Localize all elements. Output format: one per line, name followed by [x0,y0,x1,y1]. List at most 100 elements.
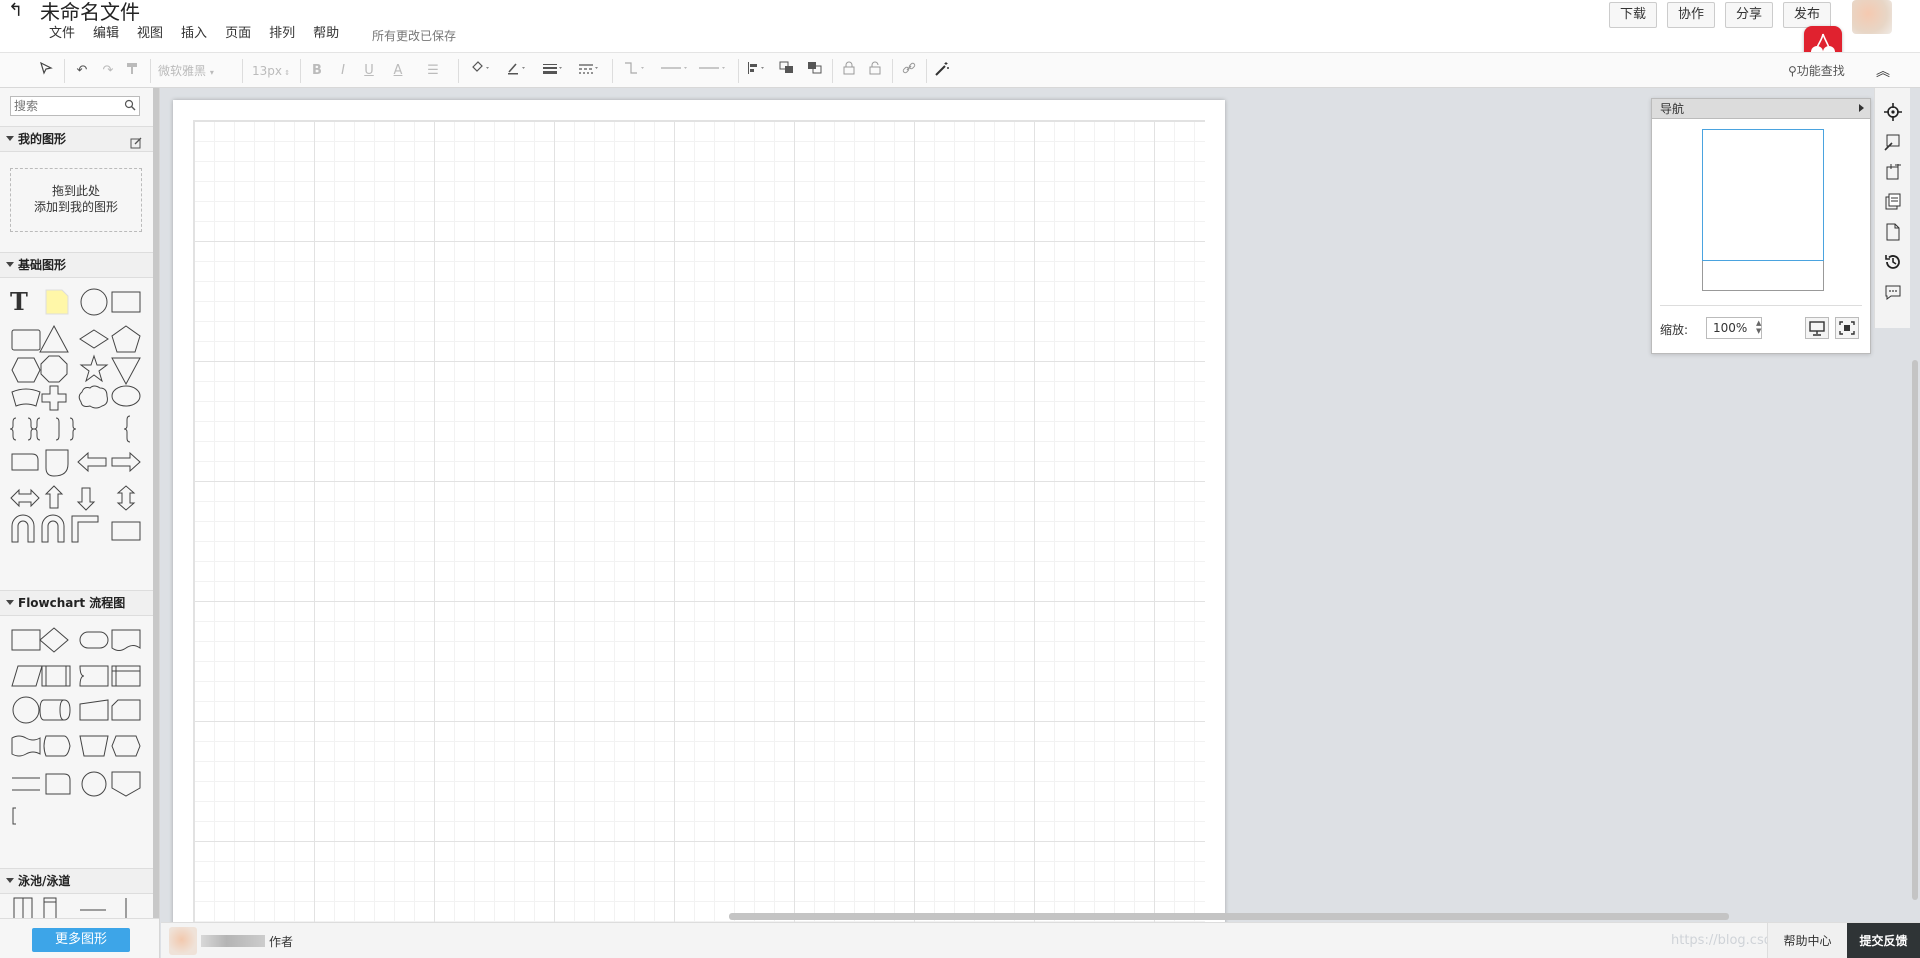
inverted-triangle-shape-icon[interactable] [111,357,141,386]
arrow-up-shape-icon[interactable] [44,485,64,509]
paint-format-icon[interactable] [124,61,140,81]
pentagon-shape-icon[interactable] [111,325,141,353]
delay-shape-icon[interactable] [45,449,69,477]
brace-right-shape-icon[interactable] [69,417,77,441]
layers-icon[interactable] [1883,192,1903,212]
parallel-mode-shape-icon[interactable] [12,777,40,791]
arrow-double-horizontal-shape-icon[interactable] [10,488,40,508]
history-icon[interactable] [1883,252,1903,272]
link-icon[interactable] [900,61,918,81]
line-style-icon[interactable] [576,61,602,81]
arrow-right-shape-icon[interactable] [111,451,141,473]
function-search[interactable]: ⚲功能查找 [1788,61,1845,81]
line-width-icon[interactable] [540,61,566,81]
cross-shape-icon[interactable] [41,385,67,411]
align-icon[interactable] [746,61,768,81]
underline-button[interactable]: U [362,61,376,81]
brace-left-shape-icon[interactable] [9,417,17,441]
punched-tape-shape-icon[interactable] [11,735,41,757]
feedback-button[interactable]: 提交反馈 [1847,923,1920,958]
publish-button[interactable]: 发布 [1783,2,1831,28]
document-shape-icon[interactable] [111,629,141,651]
navigator-crosshair-icon[interactable] [1883,102,1903,122]
arrow-down-shape-icon[interactable] [76,487,96,511]
share-button[interactable]: 分享 [1725,2,1773,28]
menu-page[interactable]: 页面 [216,26,260,42]
font-color-button[interactable]: A [388,61,408,81]
decision-shape-icon[interactable] [39,627,69,653]
fill-color-icon[interactable] [468,61,494,81]
magic-wand-icon[interactable] [932,61,952,81]
back-arrow-icon[interactable]: ↰ [8,0,23,21]
star-shape-icon[interactable] [79,354,109,383]
arrow-double-vertical-shape-icon[interactable] [116,485,136,511]
horizontal-scrollbar[interactable] [729,913,1729,920]
u-turn-alt-shape-icon[interactable] [41,514,65,543]
terminator-shape-icon[interactable] [79,631,109,649]
bracket-right-shape-icon[interactable] [55,417,60,441]
help-center-button[interactable]: 帮助中心 [1767,923,1847,958]
brace-pair-shape-icon[interactable] [27,417,41,441]
brace-left-large-shape-icon[interactable] [123,415,131,443]
fit-to-screen-icon[interactable] [1835,317,1859,339]
stored-data-shape-icon[interactable] [79,665,109,687]
bold-button[interactable]: B [310,61,324,81]
unlock-icon[interactable] [866,61,884,81]
section-swimlane[interactable]: 泳池/泳道 [0,868,153,894]
process-shape-icon[interactable] [11,629,41,651]
hexagon-shape-icon[interactable] [11,357,41,383]
shape-search-input[interactable] [10,96,140,116]
undo-icon[interactable]: ↶ [74,61,90,81]
triangle-shape-icon[interactable] [39,324,69,353]
circle-shape-icon[interactable] [80,288,108,316]
rectangle-shape-icon[interactable] [111,291,141,313]
collapse-toolbar-icon[interactable]: ︽ [1876,61,1890,81]
download-button[interactable]: 下载 [1609,2,1657,28]
italic-button[interactable]: I [336,61,350,81]
line-start-icon[interactable] [658,61,692,81]
menu-help[interactable]: 帮助 [304,26,348,42]
zoom-stepper-icon[interactable]: ▲ ▼ [1756,319,1761,335]
canvas-grid[interactable] [193,120,1205,922]
more-shapes-button[interactable]: 更多图形 [32,928,130,952]
font-family-select[interactable]: 微软雅黑 ▾ [158,61,238,81]
navigator-viewport[interactable] [1702,129,1824,261]
my-shapes-drop-zone[interactable]: 拖到此处 添加到我的图形 [10,168,142,232]
internal-storage-shape-icon[interactable] [111,665,141,687]
lock-icon[interactable] [840,61,858,81]
note-shape-icon[interactable] [45,289,69,315]
display-shape-icon[interactable] [43,735,71,757]
diamond-shape-icon[interactable] [79,329,109,349]
comments-icon[interactable] [1883,282,1903,302]
data-shape-icon[interactable] [11,665,43,687]
menu-file[interactable]: 文件 [40,26,84,42]
rectangle-small-shape-icon[interactable] [111,521,141,541]
vertical-scrollbar[interactable] [1912,360,1918,900]
section-flowchart[interactable]: Flowchart 流程图 [0,590,153,616]
author-avatar[interactable] [169,927,197,955]
edit-icon[interactable] [130,133,142,149]
corner-shape-icon[interactable] [71,515,99,543]
card-shape-icon[interactable] [11,453,39,471]
style-panel-icon[interactable] [1883,132,1903,152]
send-back-icon[interactable] [806,61,824,81]
rounded-rectangle-shape-icon[interactable] [11,329,41,351]
line-color-icon[interactable] [504,61,530,81]
vertical-pool-shape-icon[interactable] [13,897,33,920]
redo-icon[interactable]: ↷ [100,61,116,81]
manual-input-shape-icon[interactable] [79,699,109,721]
bring-front-icon[interactable] [778,61,796,81]
predefined-process-shape-icon[interactable] [41,665,71,687]
annotation-shape-icon[interactable] [12,807,16,825]
speech-bubble-shape-icon[interactable] [111,385,141,407]
menu-edit[interactable]: 编辑 [84,26,128,42]
section-basic-shapes[interactable]: 基础图形 [0,252,153,278]
loop-limit-shape-icon[interactable] [45,773,71,795]
vertical-lane-shape-icon[interactable] [43,897,57,920]
card-flow-shape-icon[interactable] [111,699,141,721]
cloud-shape-icon[interactable] [78,385,108,409]
text-shape-icon[interactable]: T [10,287,28,316]
direct-data-shape-icon[interactable] [39,699,71,721]
line-end-icon[interactable] [696,61,730,81]
canvas-page[interactable] [173,100,1225,922]
